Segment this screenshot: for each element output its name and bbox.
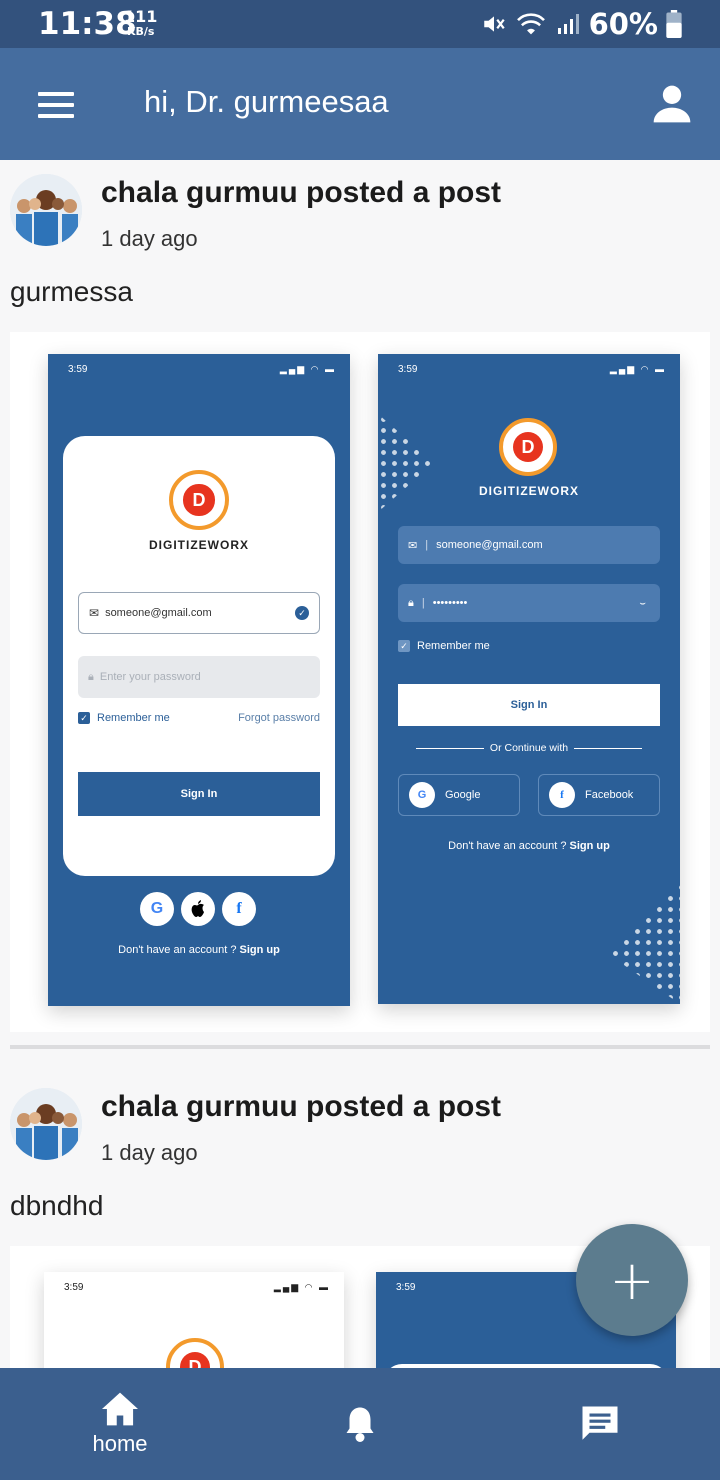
avatar[interactable] (10, 1088, 82, 1160)
post-time: 1 day ago (101, 226, 198, 251)
profile-icon[interactable] (650, 82, 694, 126)
brand-logo-icon: D (166, 1338, 224, 1368)
google-button: G Google (398, 774, 520, 816)
status-icons: 60% (481, 7, 682, 41)
facebook-button: f Facebook (538, 774, 660, 816)
battery-icon (666, 10, 682, 38)
mockup-time: 3:59 (68, 364, 88, 375)
home-icon (102, 1392, 138, 1426)
post-header: chala gurmuu posted a post 1 day ago (10, 1076, 710, 1176)
status-bar: 11:38 111 KB/s 60% (0, 0, 720, 48)
post-header: chala gurmuu posted a post 1 day ago (10, 162, 710, 262)
facebook-label: Facebook (585, 789, 634, 801)
bottom-nav: home (0, 1368, 720, 1480)
password-field: 🔒︎ Enter your password (78, 656, 320, 698)
mockup-phone-right: 3:59 ▂▄▆ ◠ ▬ D DIGITIZEWORX ✉ | someone@… (378, 354, 680, 1004)
post-body: dbndhd (10, 1190, 104, 1221)
mockup-signal-icon: ▂▄▆ ◠ ▬ (609, 364, 666, 374)
battery-percent: 60% (588, 7, 658, 41)
brand-logo-icon: D (169, 470, 229, 530)
email-field: ✉ someone@gmail.com ✓ (78, 592, 320, 634)
no-account-text: Don't have an account ? (118, 944, 237, 956)
remember-label: Remember me (97, 712, 170, 724)
email-value: someone@gmail.com (105, 607, 212, 619)
post-image[interactable]: 3:59 ▂▄▆ ◠ ▬ D DIGITIZEWORX ✉ someone@gm… (10, 332, 710, 1032)
doctors-avatar-icon (10, 1088, 82, 1160)
signup-prompt: Don't have an account ? Sign up (48, 944, 350, 956)
nav-messages[interactable] (560, 1368, 640, 1480)
post-title: chala gurmuu posted a post (101, 176, 502, 209)
chat-icon (582, 1406, 618, 1440)
or-continue-divider: Or Continue with (416, 742, 643, 754)
mockup-phone-left: 3:59 ▂▄▆ ◠ ▬ D (44, 1272, 344, 1368)
password-placeholder: Enter your password (99, 671, 201, 683)
post-title: chala gurmuu posted a post (101, 1090, 502, 1123)
mockup-signal-icon: ▂▄▆ ◠ ▬ (273, 1282, 330, 1292)
mute-icon (483, 16, 505, 32)
doctors-avatar-icon (10, 174, 82, 246)
nav-notifications[interactable] (320, 1368, 400, 1480)
app-bar: hi, Dr. gurmeesaa (0, 48, 720, 160)
password-field: 🔒︎ | ••••••••• ⌣ (398, 584, 660, 622)
remember-row: ✓ Remember me (398, 640, 490, 652)
no-account-text: Don't have an account ? (448, 840, 567, 852)
google-label: Google (445, 789, 481, 801)
brand-name: DIGITIZEWORX (149, 538, 249, 552)
login-card: D DIGITIZEWORX ✉ someone@gmail.com ✓ 🔒︎ … (63, 436, 335, 876)
post-time: 1 day ago (101, 1140, 198, 1165)
post-body: gurmessa (10, 276, 133, 307)
google-icon: G (409, 782, 435, 808)
password-mask: ••••••••• (432, 597, 468, 609)
greeting-title: hi, Dr. gurmeesaa (144, 84, 389, 119)
wifi-icon (516, 13, 545, 35)
facebook-icon: f (549, 782, 575, 808)
menu-icon[interactable] (38, 92, 74, 118)
dot-pattern-bottom (610, 882, 680, 1004)
signup-prompt: Don't have an account ? Sign up (378, 840, 680, 852)
sign-up-link: Sign up (569, 840, 610, 852)
add-post-button[interactable]: + (576, 1224, 688, 1336)
facebook-icon: f (222, 892, 256, 926)
post-divider (10, 1045, 710, 1049)
lock-icon: 🔒︎ (88, 670, 94, 683)
eye-closed-icon: ⌣ (639, 597, 646, 609)
nav-home-label: home (92, 1431, 148, 1456)
sign-in-button: Sign In (78, 772, 320, 816)
checkbox-icon: ✓ (398, 640, 410, 652)
mockup-phone-left: 3:59 ▂▄▆ ◠ ▬ D DIGITIZEWORX ✉ someone@gm… (48, 354, 350, 1006)
mockup-signal-icon: ▂▄▆ ◠ ▬ (279, 364, 336, 374)
nav-home[interactable]: home (60, 1368, 180, 1480)
remember-label: Remember me (417, 640, 490, 652)
email-field: ✉ | someone@gmail.com (398, 526, 660, 564)
remember-row: ✓ Remember me Forgot password (78, 712, 320, 724)
signal-icon (557, 14, 579, 34)
mail-icon: ✉ (408, 539, 418, 552)
checkbox-icon: ✓ (78, 712, 90, 724)
network-speed-unit: KB/s (126, 25, 155, 38)
brand-logo-icon: D (499, 418, 557, 476)
mockup-time: 3:59 (398, 364, 418, 375)
network-speed: 111 KB/s (124, 9, 157, 39)
forgot-password-link: Forgot password (238, 712, 320, 724)
email-value: someone@gmail.com (436, 539, 543, 551)
mockup-time: 3:59 (64, 1282, 84, 1293)
sign-up-link: Sign up (239, 944, 280, 956)
status-time: 11:38 (38, 6, 137, 42)
mockup-time: 3:59 (396, 1282, 416, 1293)
lock-icon: 🔒︎ (408, 596, 414, 609)
check-icon: ✓ (295, 606, 309, 620)
or-continue-text: Or Continue with (489, 742, 569, 754)
bell-icon (346, 1407, 374, 1442)
brand-name: DIGITIZEWORX (479, 484, 579, 498)
apple-icon (181, 892, 215, 926)
sign-in-button: Sign In (398, 684, 660, 726)
mail-icon: ✉ (89, 606, 100, 620)
google-icon: G (140, 892, 174, 926)
avatar[interactable] (10, 174, 82, 246)
